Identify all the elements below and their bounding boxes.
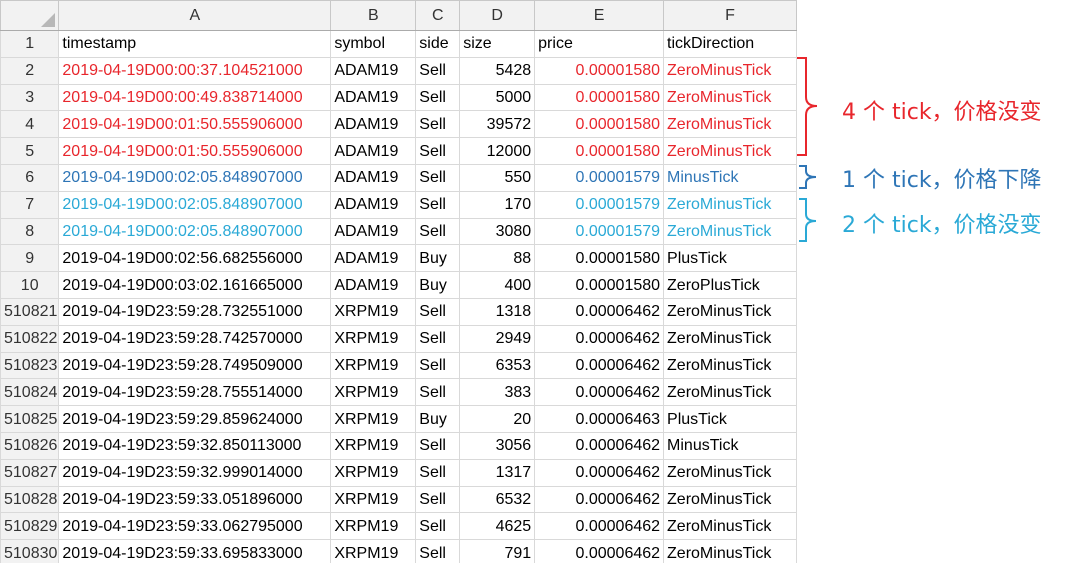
red-bracket: [797, 57, 818, 156]
blue-bracket: [799, 165, 817, 189]
annotation-blue-label: 1 个 tick，价格下降: [842, 168, 1042, 193]
annotation-red-label: 4 个 tick，价格没变: [842, 100, 1042, 125]
annotation-cyan-label: 2 个 tick，价格没变: [842, 213, 1042, 238]
cyan-bracket: [799, 198, 817, 242]
annotation-layer: [797, 57, 818, 242]
